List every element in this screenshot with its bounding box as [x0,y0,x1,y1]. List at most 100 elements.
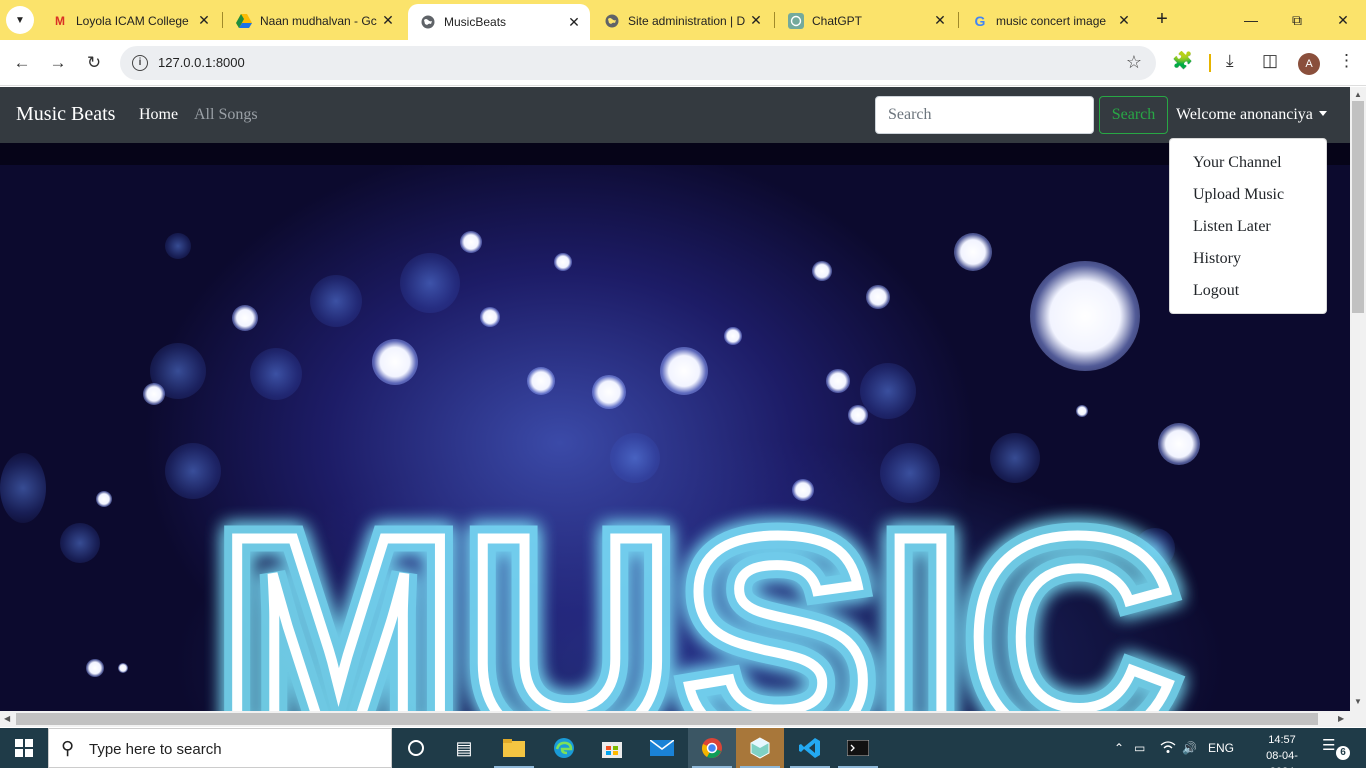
bokeh-light [1158,423,1200,465]
search-icon: ⚲ [61,738,75,758]
avatar[interactable]: A [1298,53,1320,75]
bokeh-light [1030,261,1140,371]
notification-center-icon[interactable]: ☰ 6 [1322,736,1350,760]
new-tab-button[interactable]: + [1150,8,1174,32]
start-button[interactable] [0,728,48,768]
tab-title: Loyola ICAM College [76,13,189,28]
close-icon[interactable]: ✕ [1114,12,1134,29]
hero-top-band [0,143,1350,165]
menu-item-upload-music[interactable]: Upload Music [1170,179,1326,211]
menu-item-history[interactable]: History [1170,243,1326,275]
hero-text-core: MUSIC [218,493,1182,711]
download-icon[interactable]: ⤓ [1226,51,1234,71]
bookmark-star-icon[interactable]: ☆ [1126,52,1142,73]
nav-home-link[interactable]: Home [139,106,178,124]
bokeh-light [86,659,104,677]
brand-logo[interactable]: Music Beats [16,103,115,126]
bokeh-light [592,375,626,409]
tab-title: Site administration | D [628,13,746,28]
vscode-icon[interactable] [786,728,834,768]
clock-date: 08-04-2024 [1266,750,1298,778]
google-icon: G [974,12,986,29]
tab-title: MusicBeats [444,15,507,29]
file-explorer-icon[interactable] [490,728,538,768]
store-icon[interactable] [588,728,636,768]
volume-icon[interactable]: 🔊 [1182,741,1204,755]
menu-item-logout[interactable]: Logout [1170,275,1326,307]
user-menu-label: Welcome anonanciya [1176,106,1313,123]
mail-icon[interactable] [638,728,686,768]
close-icon[interactable]: ✕ [194,12,214,29]
system-tray: ⌃ ▭ 🔊 ENG [1114,728,1238,768]
terminal-icon[interactable] [834,728,882,768]
cortana-icon[interactable] [392,728,440,768]
menu-item-your-channel[interactable]: Your Channel [1170,147,1326,179]
tab-search-button[interactable]: ▼ [6,6,34,34]
tab-chatgpt[interactable]: ChatGPT ✕ [776,5,956,36]
search-button[interactable]: Search [1099,96,1168,134]
bokeh-light [400,253,460,313]
horizontal-scrollbar[interactable]: ◀ ▶ [0,711,1350,727]
box-app-icon[interactable] [736,728,784,768]
minimize-button[interactable]: — [1228,0,1274,40]
tab-title: music concert image [996,13,1107,28]
scrollbar-thumb[interactable] [1352,101,1364,313]
chatgpt-icon [788,12,804,29]
bokeh-light [480,307,500,327]
scrollbar-thumb[interactable] [16,713,1318,725]
restore-button[interactable]: ⧉ [1274,0,1320,40]
side-panel-icon[interactable]: ◫ [1262,51,1278,71]
browser-menu-icon[interactable]: ⋮ [1338,51,1355,71]
chrome-icon[interactable] [688,728,736,768]
task-view-icon[interactable]: ▤ [440,728,488,768]
extensions-icon[interactable]: 🧩 [1172,51,1193,71]
taskbar-search-placeholder: Type here to search [89,741,222,758]
back-button[interactable]: ← [8,49,36,77]
google-drive-icon [236,13,252,29]
bokeh-light [954,233,992,271]
bokeh-light [610,433,660,483]
user-menu-toggle[interactable]: Welcome anonanciya [1176,106,1327,124]
bokeh-light [460,231,482,253]
search-input[interactable] [875,96,1094,134]
close-icon[interactable]: ✕ [564,14,584,31]
menu-item-listen-later[interactable]: Listen Later [1170,211,1326,243]
tab-site-admin[interactable]: Site administration | D ✕ [592,5,772,36]
bokeh-light [527,367,555,395]
wifi-icon[interactable] [1160,740,1182,757]
clock-time: 14:57 [1268,734,1296,746]
hero-image: MUSIC MUSIC [0,143,1350,711]
tab-strip: ▼ M Loyola ICAM College ✕ Naan mudhalvan… [0,0,1366,40]
bokeh-light [812,261,832,281]
tab-naan-mudhalvan[interactable]: Naan mudhalvan - Gc ✕ [224,5,404,36]
windows-taskbar: ⚲ Type here to search ▤ ⌃ ▭ 🔊 ENG 14:57 … [0,728,1366,778]
taskbar-search-box[interactable]: ⚲ Type here to search [48,728,392,768]
system-clock[interactable]: 14:57 08-04-2024 [1254,732,1310,780]
show-hidden-icons-chevron-icon[interactable]: ⌃ [1114,741,1130,755]
close-icon[interactable]: ✕ [378,12,398,29]
vertical-scrollbar[interactable]: ▲ ▼ [1350,87,1366,711]
battery-icon[interactable]: ▭ [1134,741,1160,755]
nav-all-songs-link[interactable]: All Songs [194,106,258,124]
tab-music-concert-image[interactable]: G music concert image ✕ [960,5,1140,36]
close-icon[interactable]: ✕ [746,12,766,29]
scroll-right-icon[interactable]: ▶ [1338,714,1344,723]
scroll-down-icon[interactable]: ▼ [1354,697,1362,706]
scroll-up-icon[interactable]: ▲ [1354,90,1362,99]
bokeh-light [232,305,258,331]
edge-icon[interactable] [540,728,588,768]
tab-loyola[interactable]: M Loyola ICAM College ✕ [40,5,220,36]
address-bar[interactable]: i 127.0.0.1:8000 ☆ [120,46,1156,80]
language-indicator[interactable]: ENG [1204,741,1238,755]
scroll-left-icon[interactable]: ◀ [4,714,10,723]
site-info-icon[interactable]: i [132,55,148,71]
forward-button[interactable]: → [44,49,72,77]
toolbar-divider [1209,54,1211,72]
url-text[interactable]: 127.0.0.1:8000 [158,55,245,70]
bokeh-light [250,348,302,400]
reload-button[interactable]: ↻ [80,49,108,77]
close-icon[interactable]: ✕ [930,12,950,29]
close-window-button[interactable]: ✕ [1320,0,1366,40]
tab-musicbeats[interactable]: MusicBeats ✕ [408,4,590,40]
bokeh-light [724,327,742,345]
